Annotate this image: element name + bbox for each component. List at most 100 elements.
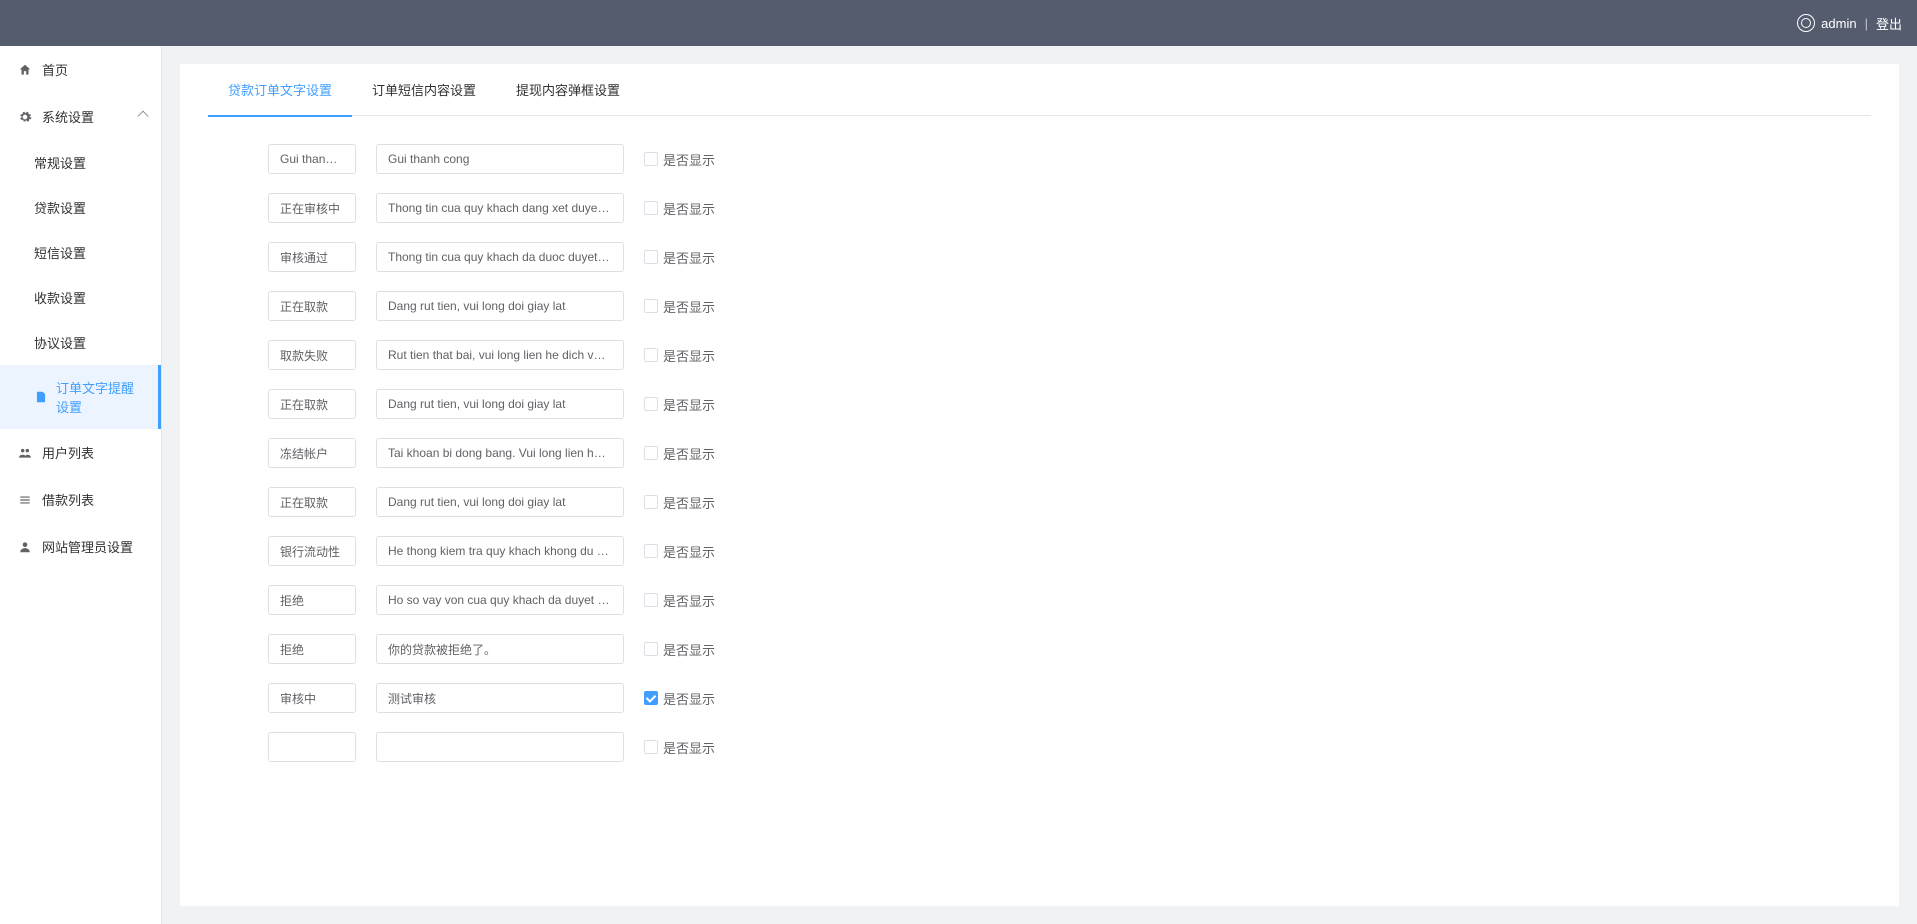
row-name-input[interactable]	[268, 438, 356, 468]
sidebar-item-system[interactable]: 系统设置	[0, 93, 161, 140]
row-content-input[interactable]	[376, 585, 624, 615]
sidebar-item-general[interactable]: 常规设置	[0, 140, 161, 185]
show-toggle[interactable]: 是否显示	[644, 444, 715, 463]
sidebar-item-protocol[interactable]: 协议设置	[0, 320, 161, 365]
show-checkbox[interactable]	[644, 299, 658, 313]
row-content-input[interactable]	[376, 438, 624, 468]
tab-order-sms-content[interactable]: 订单短信内容设置	[352, 64, 496, 117]
show-toggle[interactable]: 是否显示	[644, 591, 715, 610]
sidebar-item-label: 系统设置	[42, 107, 94, 126]
sidebar: 首页 系统设置 常规设置 贷款设置 短信设置 收款设置 协议设置 订单文字提醒设…	[0, 46, 162, 924]
show-checkbox[interactable]	[644, 495, 658, 509]
avatar-icon	[1797, 14, 1815, 32]
row-name-input[interactable]	[268, 683, 356, 713]
admin-icon	[18, 540, 32, 554]
sidebar-item-label: 收款设置	[34, 288, 86, 307]
row-name-input[interactable]	[268, 193, 356, 223]
sidebar-item-pay[interactable]: 收款设置	[0, 275, 161, 320]
show-toggle[interactable]: 是否显示	[644, 542, 715, 561]
sidebar-item-loans[interactable]: 借款列表	[0, 476, 161, 523]
row-content-input[interactable]	[376, 242, 624, 272]
row-content-input[interactable]	[376, 340, 624, 370]
sidebar-item-label: 短信设置	[34, 243, 86, 262]
form-row: 是否显示	[268, 144, 1871, 174]
show-checkbox[interactable]	[644, 201, 658, 215]
row-content-input[interactable]	[376, 389, 624, 419]
separator: |	[1865, 16, 1868, 31]
form-row: 是否显示	[268, 634, 1871, 664]
row-content-input[interactable]	[376, 487, 624, 517]
show-checkbox[interactable]	[644, 397, 658, 411]
show-toggle[interactable]: 是否显示	[644, 493, 715, 512]
show-toggle[interactable]: 是否显示	[644, 199, 715, 218]
show-checkbox[interactable]	[644, 593, 658, 607]
gear-icon	[18, 110, 32, 124]
sidebar-item-users[interactable]: 用户列表	[0, 429, 161, 476]
row-name-input[interactable]	[268, 291, 356, 321]
row-name-input[interactable]	[268, 732, 356, 762]
form-row: 是否显示	[268, 340, 1871, 370]
show-checkbox[interactable]	[644, 250, 658, 264]
checkbox-label: 是否显示	[663, 591, 715, 610]
main-scroll[interactable]: 贷款订单文字设置 订单短信内容设置 提现内容弹框设置 是否显示是否显示是否显示是…	[162, 46, 1917, 924]
row-name-input[interactable]	[268, 242, 356, 272]
show-toggle[interactable]: 是否显示	[644, 346, 715, 365]
sidebar-item-loan[interactable]: 贷款设置	[0, 185, 161, 230]
row-name-input[interactable]	[268, 536, 356, 566]
document-icon	[34, 390, 48, 404]
show-toggle[interactable]: 是否显示	[644, 395, 715, 414]
row-content-input[interactable]	[376, 291, 624, 321]
checkbox-label: 是否显示	[663, 493, 715, 512]
content-panel: 贷款订单文字设置 订单短信内容设置 提现内容弹框设置 是否显示是否显示是否显示是…	[180, 64, 1899, 906]
show-toggle[interactable]: 是否显示	[644, 297, 715, 316]
checkbox-label: 是否显示	[663, 199, 715, 218]
show-toggle[interactable]: 是否显示	[644, 150, 715, 169]
form-rows: 是否显示是否显示是否显示是否显示是否显示是否显示是否显示是否显示是否显示是否显示…	[208, 116, 1871, 762]
show-checkbox[interactable]	[644, 642, 658, 656]
form-row: 是否显示	[268, 683, 1871, 713]
show-checkbox[interactable]	[644, 544, 658, 558]
sidebar-item-label: 订单文字提醒设置	[56, 378, 140, 416]
sidebar-item-home[interactable]: 首页	[0, 46, 161, 93]
tab-withdraw-popup[interactable]: 提现内容弹框设置	[496, 64, 640, 117]
checkbox-label: 是否显示	[663, 640, 715, 659]
row-name-input[interactable]	[268, 634, 356, 664]
home-icon	[18, 63, 32, 77]
row-content-input[interactable]	[376, 732, 624, 762]
row-name-input[interactable]	[268, 144, 356, 174]
row-content-input[interactable]	[376, 193, 624, 223]
row-name-input[interactable]	[268, 487, 356, 517]
sidebar-item-sms[interactable]: 短信设置	[0, 230, 161, 275]
show-checkbox[interactable]	[644, 691, 658, 705]
show-checkbox[interactable]	[644, 740, 658, 754]
show-checkbox[interactable]	[644, 152, 658, 166]
sidebar-item-admins[interactable]: 网站管理员设置	[0, 523, 161, 570]
logout-link[interactable]: 登出	[1876, 14, 1902, 33]
sidebar-item-label: 协议设置	[34, 333, 86, 352]
checkbox-label: 是否显示	[663, 395, 715, 414]
show-toggle[interactable]: 是否显示	[644, 248, 715, 267]
show-checkbox[interactable]	[644, 348, 658, 362]
sidebar-item-label: 常规设置	[34, 153, 86, 172]
show-toggle[interactable]: 是否显示	[644, 640, 715, 659]
row-name-input[interactable]	[268, 585, 356, 615]
sidebar-item-label: 借款列表	[42, 490, 94, 509]
row-name-input[interactable]	[268, 389, 356, 419]
checkbox-label: 是否显示	[663, 542, 715, 561]
form-row: 是否显示	[268, 291, 1871, 321]
row-content-input[interactable]	[376, 144, 624, 174]
tab-loan-order-text[interactable]: 贷款订单文字设置	[208, 64, 352, 117]
sidebar-item-ordertext[interactable]: 订单文字提醒设置	[0, 365, 161, 429]
show-toggle[interactable]: 是否显示	[644, 689, 715, 708]
show-toggle[interactable]: 是否显示	[644, 738, 715, 757]
row-content-input[interactable]	[376, 536, 624, 566]
checkbox-label: 是否显示	[663, 689, 715, 708]
row-content-input[interactable]	[376, 683, 624, 713]
row-name-input[interactable]	[268, 340, 356, 370]
checkbox-label: 是否显示	[663, 248, 715, 267]
show-checkbox[interactable]	[644, 446, 658, 460]
user-info[interactable]: admin	[1797, 14, 1856, 32]
row-content-input[interactable]	[376, 634, 624, 664]
tabs: 贷款订单文字设置 订单短信内容设置 提现内容弹框设置	[208, 64, 1871, 116]
checkbox-label: 是否显示	[663, 738, 715, 757]
